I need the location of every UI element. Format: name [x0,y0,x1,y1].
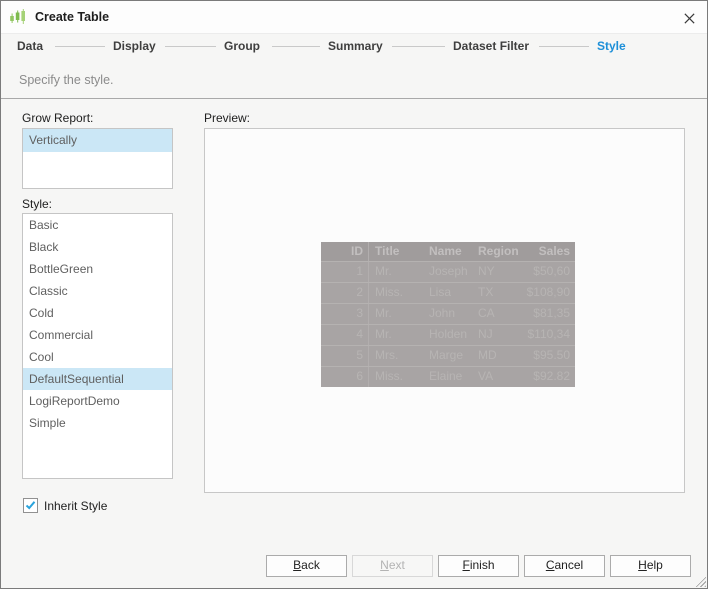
style-label: Style: [22,197,53,211]
preview-table: ID Title Name Region Sales 1 Mr. Joseph … [321,242,575,387]
table-cell: Joseph [429,264,468,278]
button-bar: Back Next Finish Cancel Help [266,555,691,577]
table-row: 6 Miss. Elaine VA $92.82 [321,366,575,387]
close-icon[interactable] [680,9,698,27]
preview-panel: ID Title Name Region Sales 1 Mr. Joseph … [204,128,685,493]
style-option[interactable]: Cool [23,346,172,368]
table-row: 3 Mr. John CA $81,35 [321,303,575,324]
table-cell: NJ [478,327,493,341]
back-button[interactable]: Back [266,555,347,577]
table-row: 2 Miss. Lisa TX $108,90 [321,282,575,303]
table-cell: 5 [321,346,369,366]
column-header-sales: Sales [538,244,570,258]
table-cell: 6 [321,367,369,387]
table-cell: Holden [429,327,468,341]
table-cell: $95.50 [533,348,570,362]
table-row: 1 Mr. Joseph NY $50,60 [321,261,575,282]
step-summary[interactable]: Summary [328,39,383,53]
title-bar: Create Table [1,1,707,34]
step-connector [272,46,320,47]
finish-button[interactable]: Finish [438,555,519,577]
table-cell: TX [478,285,494,299]
style-option[interactable]: LogiReportDemo [23,390,172,412]
style-option[interactable]: BottleGreen [23,258,172,280]
table-cell: $92.82 [533,369,570,383]
table-cell: $108,90 [526,285,570,299]
step-group[interactable]: Group [224,39,260,53]
create-table-dialog: Create Table Data Display Group Summary … [0,0,708,589]
table-cell: NY [478,264,495,278]
column-header-name: Name [429,244,462,258]
step-style[interactable]: Style [597,39,626,53]
inherit-style-row: Inherit Style [23,498,107,513]
step-connector [55,46,105,47]
cancel-button[interactable]: Cancel [524,555,605,577]
table-row: 4 Mr. Holden NJ $110,34 [321,324,575,345]
step-data[interactable]: Data [17,39,43,53]
step-display[interactable]: Display [113,39,156,53]
grow-report-listbox[interactable]: Vertically [22,128,173,189]
table-cell: $81,35 [533,306,570,320]
style-option[interactable]: Black [23,236,172,258]
resize-grip[interactable] [693,574,706,587]
inherit-style-checkbox[interactable] [23,498,38,513]
table-row: 5 Mrs. Marge MD $95.50 [321,345,575,366]
style-option-selected[interactable]: DefaultSequential [23,368,172,390]
table-cell: CA [478,306,495,320]
grow-report-label: Grow Report: [22,111,94,125]
table-cell: John [429,306,456,320]
style-option[interactable]: Classic [23,280,172,302]
table-header-row: ID Title Name Region Sales [321,242,575,261]
style-option[interactable]: Simple [23,412,172,434]
table-cell: Mr. [375,264,392,278]
table-cell: Miss. [375,369,403,383]
table-cell: Miss. [375,285,403,299]
step-dataset-filter[interactable]: Dataset Filter [453,39,529,53]
table-cell: MD [478,348,497,362]
table-cell: 4 [321,325,369,345]
help-button[interactable]: Help [610,555,691,577]
table-cell: Mr. [375,327,392,341]
style-option[interactable]: Cold [23,302,172,324]
inherit-style-label[interactable]: Inherit Style [44,499,107,513]
table-cell: Marge [429,348,464,362]
step-connector [392,46,445,47]
column-header-id: ID [321,242,369,261]
table-cell: 1 [321,262,369,282]
step-connector [165,46,216,47]
table-cell: Elaine [429,369,463,383]
table-cell: Mrs. [375,348,399,362]
table-cell: Lisa [429,285,452,299]
next-button[interactable]: Next [352,555,433,577]
window-title: Create Table [35,10,110,24]
column-header-title: Title [375,244,400,258]
table-cell: $110,34 [527,327,571,341]
table-cell: VA [478,369,494,383]
table-cell: 3 [321,304,369,324]
column-header-region: Region [478,244,519,258]
style-option[interactable]: Commercial [23,324,172,346]
wizard-steps: Data Display Group Summary Dataset Filte… [1,34,707,60]
header-divider [1,98,707,99]
style-option[interactable]: Basic [23,214,172,236]
table-cell: 2 [321,283,369,303]
grow-report-option[interactable]: Vertically [23,129,172,152]
table-cell: $50,60 [533,264,570,278]
step-connector [539,46,589,47]
preview-label: Preview: [204,111,251,125]
wizard-subtitle: Specify the style. [19,73,114,87]
table-cell: Mr. [375,306,392,320]
create-table-icon [9,8,27,26]
style-listbox[interactable]: Basic Black BottleGreen Classic Cold Com… [22,213,173,479]
